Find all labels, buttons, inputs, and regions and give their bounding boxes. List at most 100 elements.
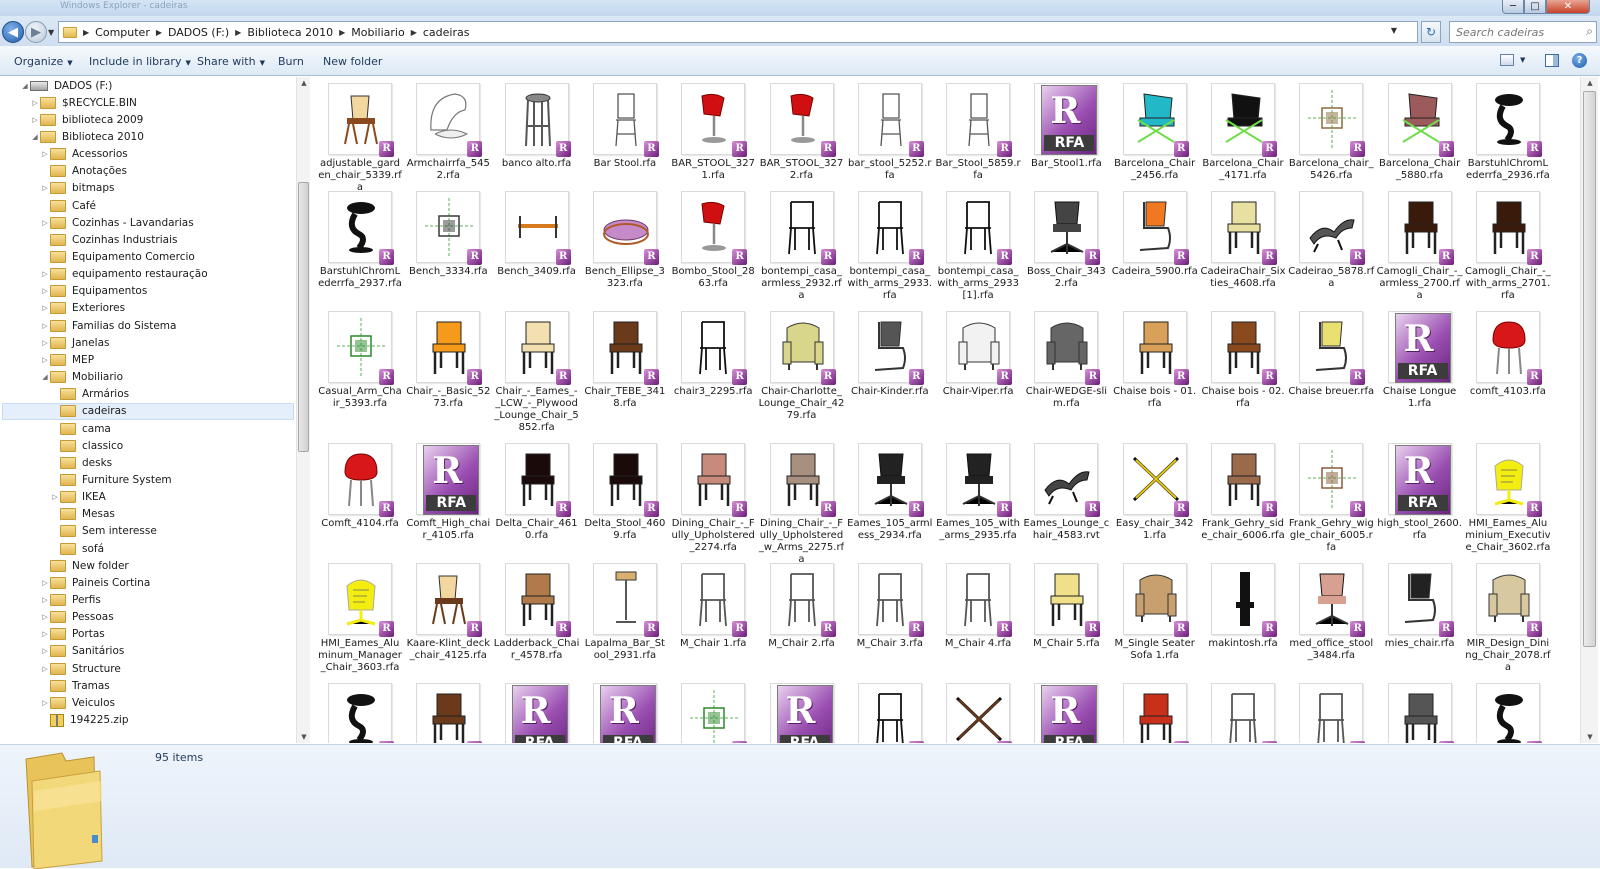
burn-button[interactable]: Burn: [278, 55, 304, 68]
file-item[interactable]: R Bench_3334.rfa: [404, 191, 492, 278]
file-item[interactable]: R Bar_Stool_5859.rfa: [934, 83, 1022, 182]
breadcrumb-computer[interactable]: Computer: [95, 26, 150, 39]
file-item[interactable]: R RFA: [1022, 683, 1110, 743]
tree-item-paineis-cortina[interactable]: ▷ Paineis Cortina: [0, 574, 292, 591]
file-item[interactable]: R M_Chair 4.rfa: [934, 563, 1022, 650]
tree-item-cama[interactable]: cama: [0, 420, 292, 437]
chevron-right-icon[interactable]: ▶: [411, 28, 417, 37]
file-list[interactable]: Radjustable_garden_chair_5339.rfa R Armcha…: [312, 77, 1580, 743]
file-item[interactable]: R Kaare-Klint_deck_chair_4125.rfa: [404, 563, 492, 662]
collapsed-triangle-icon[interactable]: ▷: [40, 184, 50, 192]
file-item[interactable]: R Frank_Gehry_side_chair_6006.rfa: [1199, 443, 1287, 542]
file-item[interactable]: R BAR_STOOL_3272.rfa: [758, 83, 846, 182]
file-item[interactable]: R RFA high_stool_2600.rfa: [1376, 443, 1464, 542]
file-item[interactable]: R Eames_Lounge_chair_4583.rvt: [1022, 443, 1110, 542]
tree-item-structure[interactable]: ▷ Structure: [0, 660, 292, 677]
expanded-triangle-icon[interactable]: ◢: [40, 373, 50, 381]
scroll-up-arrow-icon[interactable]: ▲: [297, 79, 311, 87]
chevron-down-icon[interactable]: ▼: [1391, 26, 1397, 35]
file-item[interactable]: R Chaise breuer.rfa: [1287, 311, 1375, 398]
preview-pane-icon[interactable]: [1545, 54, 1559, 67]
scroll-down-arrow-icon[interactable]: ▼: [297, 733, 311, 741]
file-item[interactable]: R: [1376, 683, 1464, 743]
minimize-button[interactable]: ─: [1502, 0, 1524, 14]
collapsed-triangle-icon[interactable]: ▷: [30, 99, 40, 107]
file-item[interactable]: Rbontempi_casa_with_arms_2933.rfa: [846, 191, 934, 302]
file-item[interactable]: R Eames_105_armless_2934.rfa: [846, 443, 934, 542]
file-item[interactable]: R Ladderback_Chair_4578.rfa: [493, 563, 581, 662]
file-item[interactable]: R RFA Comft_High_chair_4105.rfa: [404, 443, 492, 542]
expanded-triangle-icon[interactable]: ◢: [30, 133, 40, 141]
collapsed-triangle-icon[interactable]: ▷: [40, 630, 50, 638]
file-item[interactable]: R BarstuhlChromLederrfa_2937.rfa: [316, 191, 404, 290]
tree-item-new-folder[interactable]: New folder: [0, 557, 292, 574]
file-item[interactable]: R: [404, 683, 492, 743]
file-item[interactable]: R Casual_Arm_Chair_5393.rfa: [316, 311, 404, 410]
change-view-icon[interactable]: [1500, 54, 1514, 66]
share-with-button[interactable]: Share with ▼: [197, 55, 265, 68]
refresh-button[interactable]: ↻: [1421, 21, 1441, 43]
expanded-triangle-icon[interactable]: ◢: [20, 82, 30, 90]
file-item[interactable]: R Chair_-_Eames_-_LCW_-_Plywood_Lounge_Ch…: [493, 311, 581, 434]
tree-item-sanit-rios[interactable]: ▷ Sanitários: [0, 643, 292, 660]
file-item[interactable]: R RFA Chaise Longue 1.rfa: [1376, 311, 1464, 410]
file-item[interactable]: R CadeiraChair_Sixties_4608.rfa: [1199, 191, 1287, 290]
breadcrumb-mobiliario[interactable]: Mobiliario: [351, 26, 404, 39]
file-item[interactable]: Radjustable_garden_chair_5339.rfa: [316, 83, 404, 194]
file-item[interactable]: R Comft_4104.rfa: [316, 443, 404, 530]
file-item[interactable]: R Chair-Kinder.rfa: [846, 311, 934, 398]
collapsed-triangle-icon[interactable]: ▷: [40, 304, 50, 312]
chevron-right-icon[interactable]: ▶: [339, 28, 345, 37]
file-item[interactable]: R: [846, 683, 934, 743]
tree-item-exteriores[interactable]: ▷ Exteriores: [0, 300, 292, 317]
file-item[interactable]: R Lapalma_Bar_Stool_2931.rfa: [581, 563, 669, 662]
file-item[interactable]: R MIR_Design_Dining_Chair_2078.rfa: [1464, 563, 1552, 674]
file-item[interactable]: R: [1464, 683, 1552, 743]
tree-item-sof[interactable]: sofá: [0, 540, 292, 557]
tree-item-cozinhas-industriais[interactable]: Cozinhas Industriais: [0, 231, 292, 248]
file-item[interactable]: R M_Single Seater Sofa 1.rfa: [1111, 563, 1199, 662]
tree-item-familias-do-sistema[interactable]: ▷ Familias do Sistema: [0, 317, 292, 334]
file-item[interactable]: R Camogli_Chair_-_with_arms_2701.rfa: [1464, 191, 1552, 302]
tree-item-veiculos[interactable]: ▷ Veiculos: [0, 694, 292, 711]
file-item[interactable]: R Chaise bois - 02.rfa: [1199, 311, 1287, 410]
file-item[interactable]: R RFA: [493, 683, 581, 743]
include-in-library-button[interactable]: Include in library ▼: [89, 55, 191, 68]
search-box[interactable]: ⌕: [1449, 21, 1597, 43]
search-input[interactable]: [1450, 22, 1570, 42]
collapsed-triangle-icon[interactable]: ▷: [40, 699, 50, 707]
maximize-button[interactable]: □: [1524, 0, 1546, 14]
file-item[interactable]: R Cadeira_5900.rfa: [1111, 191, 1199, 278]
file-item[interactable]: Rbontempi_casa_armless_2932.rfa: [758, 191, 846, 302]
file-item[interactable]: R Frank_Gehry_wiggle_chair_6005.rfa: [1287, 443, 1375, 554]
file-item[interactable]: R Dining_Chair_-_Fully_Upholstered_2274.r…: [669, 443, 757, 554]
file-item[interactable]: Rcomft_4103.rfa: [1464, 311, 1552, 398]
chevron-right-icon[interactable]: ▶: [156, 28, 162, 37]
file-item[interactable]: R Delta_Stool_4609.rfa: [581, 443, 669, 542]
tree-item-mesas[interactable]: Mesas: [0, 506, 292, 523]
file-item[interactable]: R Barcelona_chair_5426.rfa: [1287, 83, 1375, 182]
file-item[interactable]: R RFA: [581, 683, 669, 743]
tree-item-equipamentos[interactable]: ▷ Equipamentos: [0, 283, 292, 300]
navigation-scroll-thumb[interactable]: [298, 182, 309, 452]
file-item[interactable]: R: [1287, 683, 1375, 743]
forward-button[interactable]: ▶: [25, 21, 47, 43]
tree-item-portas[interactable]: ▷ Portas: [0, 626, 292, 643]
file-item[interactable]: R Delta_Chair_4610.rfa: [493, 443, 581, 542]
tree-item-ikea[interactable]: ▷ IKEA: [0, 489, 292, 506]
tree-item-recycle-bin[interactable]: ▷ $RECYCLE.BIN: [0, 94, 292, 111]
file-item[interactable]: R Boss_Chair_3432.rfa: [1022, 191, 1110, 290]
file-item[interactable]: R Chaise bois - 01.rfa: [1111, 311, 1199, 410]
scroll-up-arrow-icon[interactable]: ▲: [1581, 79, 1599, 87]
collapsed-triangle-icon[interactable]: ▷: [40, 647, 50, 655]
file-item[interactable]: R: [1111, 683, 1199, 743]
breadcrumb-dados[interactable]: DADOS (F:): [168, 26, 229, 39]
tree-item-furniture-system[interactable]: Furniture System: [0, 471, 292, 488]
tree-item-acessorios[interactable]: ▷ Acessorios: [0, 146, 292, 163]
file-item[interactable]: R M_Chair 5.rfa: [1022, 563, 1110, 650]
chevron-right-icon[interactable]: ▶: [83, 28, 89, 37]
tree-item-dados-f[interactable]: ◢ DADOS (F:): [0, 77, 292, 94]
file-item[interactable]: R Barcelona_Chair_4171.rfa: [1199, 83, 1287, 182]
tree-item-caf[interactable]: Café: [0, 197, 292, 214]
tree-item-cozinhas-lavandarias[interactable]: ▷ Cozinhas - Lavandarias: [0, 214, 292, 231]
